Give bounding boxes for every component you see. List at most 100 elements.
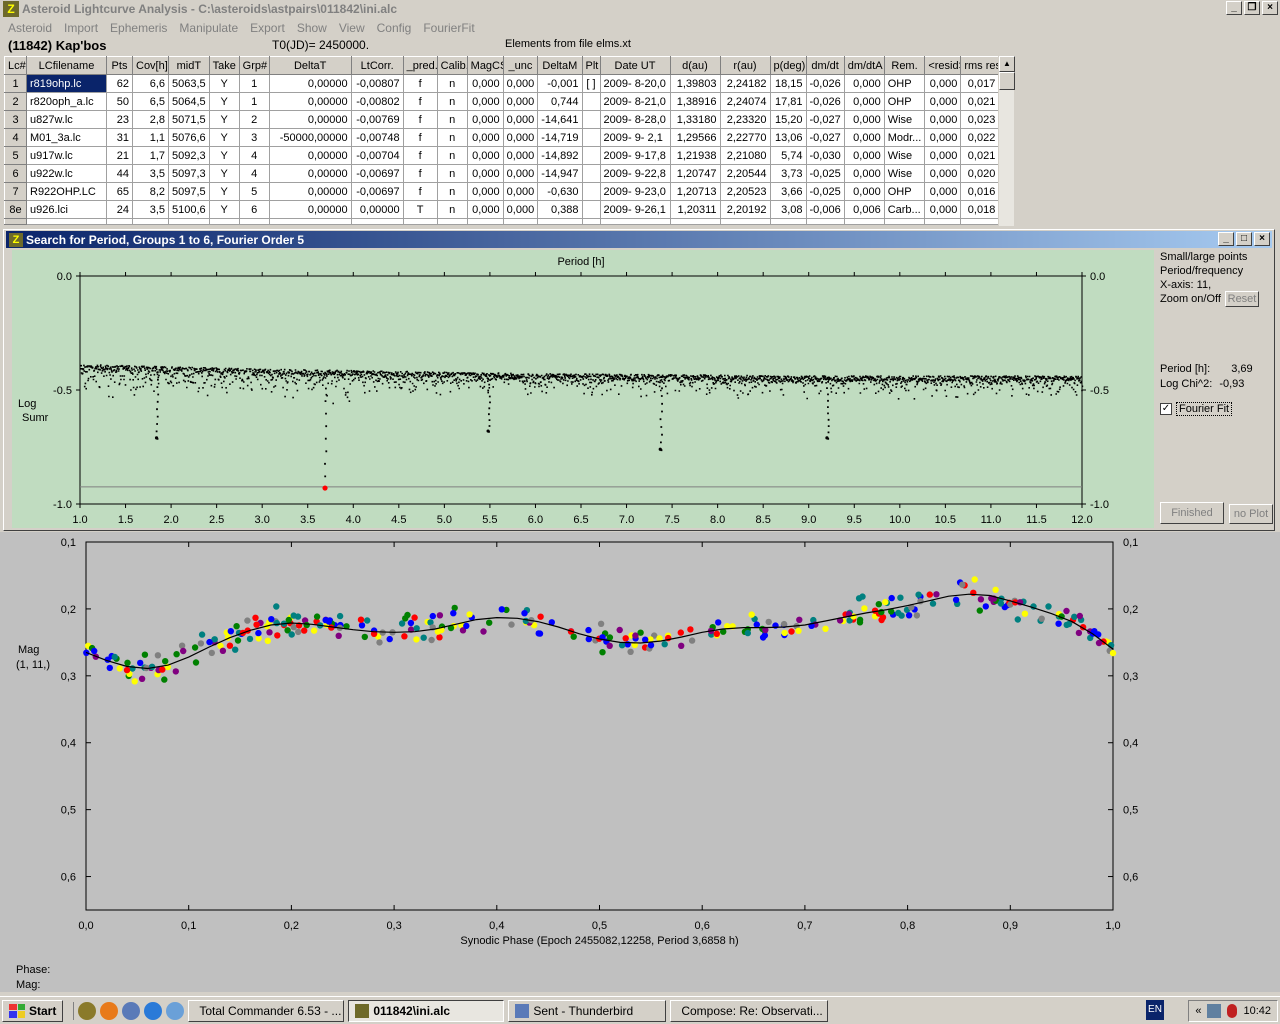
menu-fourierfit[interactable]: FourierFit — [417, 21, 480, 35]
table-cell[interactable]: u926.lci — [26, 200, 107, 219]
table-cell[interactable] — [581, 182, 601, 201]
table-cell[interactable]: 0,000 — [924, 74, 962, 93]
column-header[interactable]: Lc# — [4, 56, 27, 75]
table-cell[interactable]: 2009- 9-23,0 — [599, 182, 671, 201]
table-cell[interactable]: 15,20 — [769, 110, 807, 129]
table-cell[interactable]: 0,00000 — [350, 200, 404, 219]
row-index[interactable]: 1 — [4, 74, 27, 93]
table-cell[interactable]: n — [436, 182, 468, 201]
table-cell[interactable]: 0,000 — [466, 164, 504, 183]
table-cell[interactable]: Modr... — [883, 128, 926, 147]
table-cell[interactable]: f — [402, 182, 438, 201]
period-minimize-button[interactable]: _ — [1218, 232, 1234, 246]
table-cell[interactable]: 2,21080 — [719, 146, 771, 165]
table-cell[interactable]: 4 — [238, 164, 270, 183]
column-header[interactable]: Plt — [581, 56, 601, 75]
task-thunderbird[interactable]: Sent - Thunderbird — [508, 999, 667, 1022]
table-cell[interactable]: OHP — [883, 182, 926, 201]
table-cell[interactable]: 2,20544 — [719, 164, 771, 183]
table-cell[interactable]: Y — [208, 74, 240, 93]
ie-icon[interactable] — [144, 1001, 163, 1020]
table-cell[interactable]: 4 — [238, 146, 270, 165]
table-cell[interactable]: Wise — [883, 110, 926, 129]
table-cell[interactable]: 2,24074 — [719, 92, 771, 111]
table-cell[interactable]: Y — [208, 92, 240, 111]
column-header[interactable]: d(au) — [669, 56, 721, 75]
task-compose[interactable]: Compose: Re: Observati... — [670, 999, 829, 1022]
table-cell[interactable]: Y — [208, 128, 240, 147]
table-cell[interactable]: n — [436, 128, 468, 147]
table-cell[interactable]: 2009- 9- 2,1 — [599, 128, 671, 147]
table-cell[interactable]: 0,000 — [466, 146, 504, 165]
menu-asteroid[interactable]: Asteroid — [2, 21, 58, 35]
table-cell[interactable]: 0,000 — [502, 182, 539, 201]
table-cell[interactable]: 0,000 — [843, 128, 885, 147]
table-cell[interactable]: -0,630 — [537, 182, 583, 201]
row-index[interactable]: 4 — [4, 128, 27, 147]
table-cell[interactable]: -0,025 — [805, 164, 845, 183]
x-axis-label[interactable]: X-axis: 11, — [1160, 278, 1247, 292]
table-cell[interactable]: n — [436, 74, 468, 93]
table-cell[interactable]: 0,00000 — [268, 92, 352, 111]
app-quicklaunch-icon[interactable] — [78, 1001, 97, 1020]
table-cell[interactable]: 0,000 — [843, 164, 885, 183]
row-index[interactable]: 2 — [4, 92, 27, 111]
table-cell[interactable]: f — [402, 128, 438, 147]
table-cell[interactable]: Wise — [883, 146, 926, 165]
table-cell[interactable]: 0,000 — [466, 128, 504, 147]
table-cell[interactable] — [581, 92, 601, 111]
table-cell[interactable]: 1,20747 — [669, 164, 721, 183]
table-cell[interactable]: 5100,6 — [168, 200, 210, 219]
table-cell[interactable]: 0,000 — [502, 110, 539, 129]
table-cell[interactable]: 1,7 — [132, 146, 169, 165]
table-cell[interactable]: f — [402, 110, 438, 129]
table-cell[interactable]: 2009- 8-28,0 — [599, 110, 671, 129]
task-ini-alc[interactable]: 011842\ini.alc — [348, 999, 505, 1022]
table-cell[interactable]: 1,33180 — [669, 110, 721, 129]
start-button[interactable]: Start — [2, 999, 64, 1022]
table-cell[interactable]: 0,00000 — [268, 182, 352, 201]
table-cell[interactable]: 0,744 — [537, 92, 583, 111]
reset-button[interactable]: Reset — [1225, 291, 1259, 307]
table-cell[interactable]: -0,00697 — [350, 164, 404, 183]
table-cell[interactable]: -0,001 — [537, 74, 583, 93]
restore-button[interactable]: ❐ — [1244, 1, 1260, 15]
table-row[interactable]: 2 r820oph_a.lc 50 6,5 5064,5 Y 1 0,00000 -0,0080… — [4, 92, 1000, 111]
row-index[interactable]: 7 — [4, 182, 27, 201]
table-cell[interactable]: 2,23320 — [719, 110, 771, 129]
column-header[interactable]: Grp# — [238, 56, 270, 75]
fourier-fit-label[interactable]: Fourier Fit — [1176, 402, 1233, 416]
table-cell[interactable]: -14,641 — [537, 110, 583, 129]
column-header[interactable]: LtCorr. — [350, 56, 404, 75]
table-cell[interactable]: 0,000 — [466, 200, 504, 219]
column-header[interactable]: DeltaT — [268, 56, 352, 75]
table-cell[interactable]: 0,00000 — [268, 110, 352, 129]
table-cell[interactable]: -0,006 — [805, 200, 845, 219]
table-cell[interactable]: Carb... — [883, 200, 926, 219]
column-header[interactable]: p(deg) — [769, 56, 807, 75]
table-cell[interactable]: 0,018 — [960, 200, 1000, 219]
table-cell[interactable]: 18,15 — [769, 74, 807, 93]
table-cell[interactable]: u922w.lc — [26, 164, 107, 183]
table-cell[interactable]: 0,000 — [843, 92, 885, 111]
column-header[interactable]: MagCS — [466, 56, 504, 75]
row-index[interactable]: 6 — [4, 164, 27, 183]
menu-export[interactable]: Export — [244, 21, 291, 35]
table-cell[interactable]: 1,21938 — [669, 146, 721, 165]
table-cell[interactable]: 0,000 — [466, 110, 504, 129]
table-cell[interactable]: 0,000 — [924, 164, 962, 183]
table-cell[interactable]: 0,000 — [924, 182, 962, 201]
table-cell[interactable]: 62 — [106, 74, 133, 93]
table-cell[interactable]: 3,5 — [132, 200, 169, 219]
no-plot-button[interactable]: no Plot — [1229, 504, 1273, 524]
table-cell[interactable]: n — [436, 200, 468, 219]
table-cell[interactable]: 1,38916 — [669, 92, 721, 111]
column-header[interactable]: midT — [168, 56, 210, 75]
table-cell[interactable]: 0,000 — [924, 110, 962, 129]
table-cell[interactable]: 44 — [106, 164, 133, 183]
menu-ephemeris[interactable]: Ephemeris — [104, 21, 173, 35]
table-row[interactable]: 7 R922OHP.LC 65 8,2 5097,5 Y 5 0,00000 -0,00697 f… — [4, 182, 1000, 201]
table-cell[interactable]: 0,000 — [924, 200, 962, 219]
firefox-icon[interactable] — [100, 1001, 119, 1020]
table-cell[interactable]: f — [402, 92, 438, 111]
